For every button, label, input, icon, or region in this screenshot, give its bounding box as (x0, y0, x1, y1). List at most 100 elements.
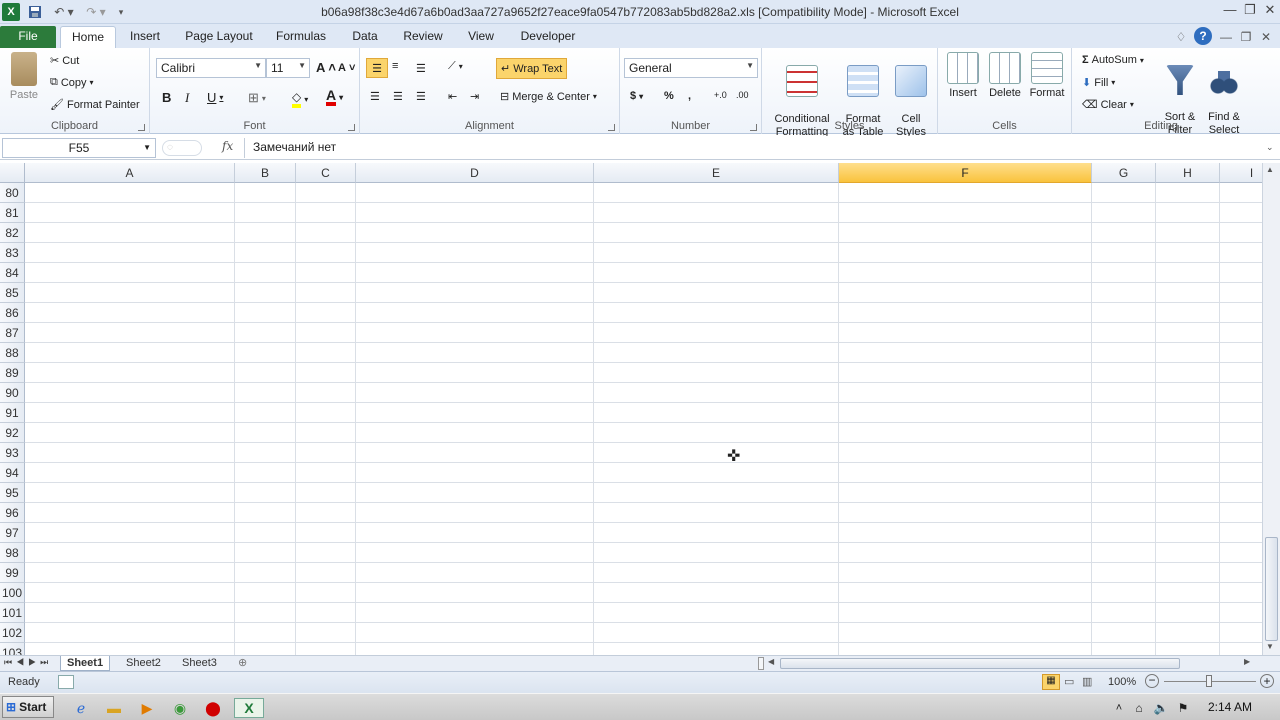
scroll-left-icon[interactable]: ◀ (768, 657, 774, 666)
row-header[interactable]: 96 (0, 503, 25, 523)
row-header[interactable]: 103 (0, 643, 25, 655)
tab-review[interactable]: Review (398, 26, 448, 48)
row-header[interactable]: 83 (0, 243, 25, 263)
zoom-slider-thumb[interactable] (1206, 675, 1212, 687)
delete-cells-button[interactable]: Delete (984, 52, 1026, 100)
row-header[interactable]: 92 (0, 423, 25, 443)
minimize-ribbon-icon[interactable]: ♢ (1172, 28, 1190, 46)
merge-center-button[interactable]: ⊟ Merge & Center ▾ (500, 90, 597, 104)
insert-function-button[interactable]: fx (222, 139, 233, 153)
excel-taskbar-icon[interactable]: X (234, 698, 264, 718)
minimize-button[interactable]: — (1220, 2, 1240, 20)
row-header[interactable]: 102 (0, 623, 25, 643)
workbook-minimize-icon[interactable]: — (1218, 28, 1234, 46)
formula-input[interactable]: Замечаний нет (244, 138, 1266, 158)
tab-insert[interactable]: Insert (122, 26, 168, 48)
internet-explorer-icon[interactable]: ℯ (70, 698, 92, 718)
select-all-button[interactable] (0, 163, 25, 183)
column-header[interactable]: B (235, 163, 296, 183)
row-header[interactable]: 101 (0, 603, 25, 623)
percent-button[interactable]: % (664, 90, 674, 102)
column-header[interactable]: G (1092, 163, 1156, 183)
borders-button[interactable]: ⊞ ▾ (248, 90, 266, 106)
increase-indent-button[interactable]: ⇥ (470, 90, 479, 103)
worksheet-grid[interactable]: A B C D E F G H I 80 81 82 83 84 85 86 8… (0, 163, 1262, 655)
row-header[interactable]: 91 (0, 403, 25, 423)
scroll-up-icon[interactable]: ▲ (1266, 165, 1274, 174)
number-dialog-launcher-icon[interactable] (750, 124, 757, 131)
italic-button[interactable]: I (185, 90, 189, 106)
scroll-down-icon[interactable]: ▼ (1266, 642, 1274, 651)
media-player-icon[interactable]: ▶ (136, 698, 158, 718)
cut-button[interactable]: ✂ Cut (50, 54, 79, 68)
paste-button[interactable]: Paste (4, 52, 44, 102)
copy-button[interactable]: ⧉ Copy ▾ (50, 76, 94, 89)
clock[interactable]: 2:14 AM (1208, 700, 1252, 714)
sheet-tab-sheet3[interactable]: Sheet3 (176, 656, 223, 671)
increase-decimal-button[interactable]: +.0 (714, 90, 727, 100)
format-cells-button[interactable]: Format (1026, 52, 1068, 100)
sheet-tab-sheet1[interactable]: Sheet1 (60, 656, 111, 671)
row-header[interactable]: 99 (0, 563, 25, 583)
row-header[interactable]: 86 (0, 303, 25, 323)
fill-button[interactable]: ⬇ Fill ▾ (1082, 76, 1115, 90)
clear-button[interactable]: ⌫ Clear ▾ (1082, 98, 1134, 112)
formula-expand-handle[interactable]: ◌ (162, 140, 202, 156)
network-icon[interactable]: ⌂ (1128, 698, 1150, 718)
middle-align-button[interactable]: ≡ (392, 60, 398, 72)
help-icon[interactable]: ? (1194, 27, 1212, 45)
row-header[interactable]: 80 (0, 183, 25, 203)
name-box[interactable]: F55 ▼ (2, 138, 156, 158)
volume-icon[interactable]: 🔈 (1150, 698, 1172, 718)
bold-button[interactable]: B (162, 90, 171, 105)
fill-color-button[interactable]: ◇ ▾ (292, 90, 308, 108)
tab-split-handle[interactable] (758, 657, 764, 670)
font-dialog-launcher-icon[interactable] (348, 124, 355, 131)
number-format-combo[interactable]: General ▼ (624, 58, 758, 78)
column-header[interactable]: D (356, 163, 594, 183)
zoom-level[interactable]: 100% (1108, 676, 1136, 688)
horizontal-scroll-thumb[interactable] (780, 658, 1180, 669)
sheet-tab-sheet2[interactable]: Sheet2 (120, 656, 167, 671)
autosum-button[interactable]: Σ AutoSum ▾ (1082, 54, 1144, 66)
wrap-text-button[interactable]: ↵ Wrap Text (496, 58, 568, 79)
show-hidden-icons-icon[interactable]: ˄ (1108, 698, 1130, 718)
alignment-dialog-launcher-icon[interactable] (608, 124, 615, 131)
column-header[interactable]: A (25, 163, 235, 183)
row-header[interactable]: 89 (0, 363, 25, 383)
decrease-decimal-button[interactable]: .00 (736, 90, 749, 100)
row-header[interactable]: 97 (0, 523, 25, 543)
align-right-button[interactable]: ☰ (416, 90, 426, 103)
tab-formulas[interactable]: Formulas (270, 26, 332, 48)
row-header[interactable]: 88 (0, 343, 25, 363)
row-header[interactable]: 90 (0, 383, 25, 403)
grow-font-button[interactable]: A ˄ (316, 60, 336, 75)
clipboard-dialog-launcher-icon[interactable] (138, 124, 145, 131)
orientation-button[interactable]: ⟋ ▾ (448, 60, 463, 73)
row-header[interactable]: 93 (0, 443, 25, 463)
font-name-combo[interactable]: Calibri ▼ (156, 58, 266, 78)
bottom-align-button[interactable]: ☰ (416, 62, 426, 75)
underline-button[interactable]: U ▾ (207, 90, 223, 105)
workbook-close-icon[interactable]: ✕ (1258, 28, 1274, 46)
scroll-right-icon[interactable]: ▶ (1244, 657, 1250, 666)
format-painter-button[interactable]: 🖌 Format Painter (50, 98, 140, 112)
zoom-out-icon[interactable]: − (1145, 674, 1159, 688)
tab-home[interactable]: Home (60, 26, 116, 48)
row-header[interactable]: 85 (0, 283, 25, 303)
font-color-button[interactable]: A ▾ (326, 88, 343, 106)
column-header-selected[interactable]: F (839, 163, 1092, 183)
page-layout-view-icon[interactable]: ▭ (1064, 675, 1074, 688)
row-header[interactable]: 84 (0, 263, 25, 283)
tab-file[interactable]: File (0, 26, 56, 48)
font-size-combo[interactable]: 11 ▼ (266, 58, 310, 78)
currency-button[interactable]: $ ▾ (630, 90, 643, 102)
comma-button[interactable]: , (688, 90, 691, 102)
row-header[interactable]: 98 (0, 543, 25, 563)
chrome-icon[interactable]: ◉ (169, 698, 191, 718)
align-left-button[interactable]: ☰ (370, 90, 380, 103)
normal-view-icon[interactable]: ▦ (1042, 674, 1060, 690)
tab-data[interactable]: Data (344, 26, 386, 48)
page-break-view-icon[interactable]: ▥ (1082, 675, 1092, 688)
start-button[interactable]: ⊞ Start (2, 696, 54, 718)
